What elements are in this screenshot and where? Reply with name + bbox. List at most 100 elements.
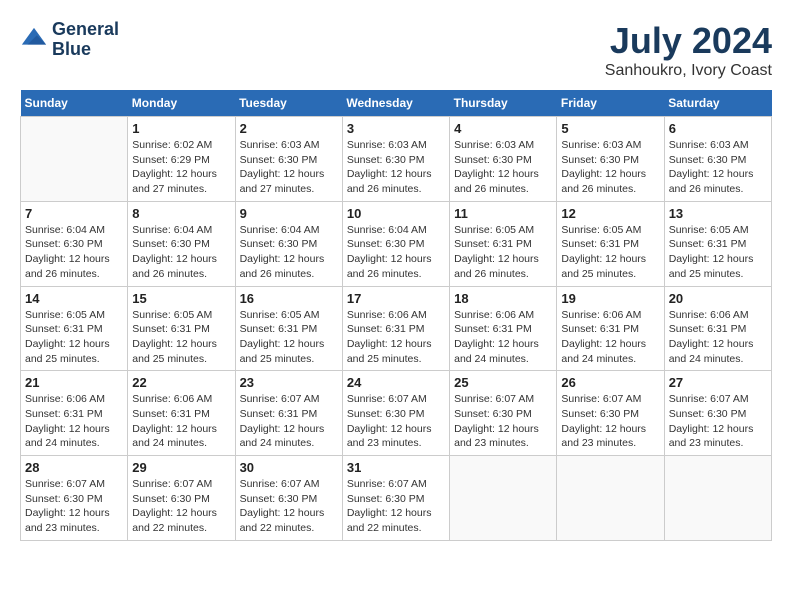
day-info: Sunrise: 6:06 AM Sunset: 6:31 PM Dayligh… [454,308,552,367]
day-info: Sunrise: 6:07 AM Sunset: 6:30 PM Dayligh… [132,477,230,536]
day-number: 10 [347,206,445,221]
calendar-cell: 25Sunrise: 6:07 AM Sunset: 6:30 PM Dayli… [450,371,557,456]
day-info: Sunrise: 6:06 AM Sunset: 6:31 PM Dayligh… [561,308,659,367]
day-info: Sunrise: 6:07 AM Sunset: 6:30 PM Dayligh… [347,477,445,536]
calendar-cell: 17 Sunrise: 6:06 AM Sunset: 6:31 PM Dayli… [342,286,449,371]
calendar-cell: 18 Sunrise: 6:06 AM Sunset: 6:31 PM Dayli… [450,286,557,371]
calendar-cell: 27 Sunrise: 6:07 AM Sunset: 6:30 PM Dayli… [664,371,771,456]
calendar-cell: 4 Sunrise: 6:03 AM Sunset: 6:30 PM Daylig… [450,117,557,202]
calendar-week-row: 14Sunrise: 6:05 AM Sunset: 6:31 PM Dayli… [21,286,772,371]
day-info: Sunrise: 6:04 AM Sunset: 6:30 PM Dayligh… [25,223,123,282]
days-of-week-row: SundayMondayTuesdayWednesdayThursdayFrid… [21,90,772,117]
day-number: 22 [132,375,230,390]
day-number: 12 [561,206,659,221]
calendar-cell: 28 Sunrise: 6:07 AM Sunset: 6:30 PM Dayli… [21,456,128,541]
calendar-cell [450,456,557,541]
day-number: 1 [132,121,230,136]
day-info: Sunrise: 6:06 AM Sunset: 6:31 PM Dayligh… [132,392,230,451]
day-number: 29 [132,460,230,475]
page-header: General Blue July 2024 Sanhoukro, Ivory … [20,20,772,80]
logo-icon [20,26,48,54]
dow-header: Sunday [21,90,128,117]
calendar-cell: 9 Sunrise: 6:04 AM Sunset: 6:30 PM Daylig… [235,201,342,286]
day-number: 16 [240,291,338,306]
day-info: Sunrise: 6:05 AM Sunset: 6:31 PM Dayligh… [454,223,552,282]
day-number: 4 [454,121,552,136]
dow-header: Wednesday [342,90,449,117]
calendar-cell: 3 Sunrise: 6:03 AM Sunset: 6:30 PM Daylig… [342,117,449,202]
calendar-body: 1 Sunrise: 6:02 AM Sunset: 6:29 PM Daylig… [21,117,772,541]
calendar-week-row: 28 Sunrise: 6:07 AM Sunset: 6:30 PM Dayli… [21,456,772,541]
calendar-cell [664,456,771,541]
calendar-cell: 23 Sunrise: 6:07 AM Sunset: 6:31 PM Dayli… [235,371,342,456]
day-info: Sunrise: 6:05 AM Sunset: 6:31 PM Dayligh… [240,308,338,367]
logo-text: General Blue [52,20,119,60]
day-number: 18 [454,291,552,306]
day-info: Sunrise: 6:07 AM Sunset: 6:30 PM Dayligh… [669,392,767,451]
day-info: Sunrise: 6:02 AM Sunset: 6:29 PM Dayligh… [132,138,230,197]
day-number: 21 [25,375,123,390]
day-info: Sunrise: 6:04 AM Sunset: 6:30 PM Dayligh… [240,223,338,282]
calendar-cell: 11Sunrise: 6:05 AM Sunset: 6:31 PM Dayli… [450,201,557,286]
calendar-cell: 8 Sunrise: 6:04 AM Sunset: 6:30 PM Daylig… [128,201,235,286]
day-info: Sunrise: 6:03 AM Sunset: 6:30 PM Dayligh… [669,138,767,197]
day-info: Sunrise: 6:05 AM Sunset: 6:31 PM Dayligh… [25,308,123,367]
day-number: 9 [240,206,338,221]
dow-header: Thursday [450,90,557,117]
day-number: 20 [669,291,767,306]
day-info: Sunrise: 6:07 AM Sunset: 6:30 PM Dayligh… [25,477,123,536]
day-number: 24 [347,375,445,390]
title-block: July 2024 Sanhoukro, Ivory Coast [605,20,772,80]
dow-header: Monday [128,90,235,117]
day-info: Sunrise: 6:03 AM Sunset: 6:30 PM Dayligh… [240,138,338,197]
calendar-cell: 7Sunrise: 6:04 AM Sunset: 6:30 PM Daylig… [21,201,128,286]
day-info: Sunrise: 6:05 AM Sunset: 6:31 PM Dayligh… [132,308,230,367]
calendar-cell: 13 Sunrise: 6:05 AM Sunset: 6:31 PM Dayli… [664,201,771,286]
calendar-week-row: 7Sunrise: 6:04 AM Sunset: 6:30 PM Daylig… [21,201,772,286]
calendar-cell: 12Sunrise: 6:05 AM Sunset: 6:31 PM Dayli… [557,201,664,286]
day-number: 17 [347,291,445,306]
day-number: 8 [132,206,230,221]
day-info: Sunrise: 6:06 AM Sunset: 6:31 PM Dayligh… [25,392,123,451]
day-number: 15 [132,291,230,306]
day-number: 13 [669,206,767,221]
day-number: 3 [347,121,445,136]
calendar-cell: 2Sunrise: 6:03 AM Sunset: 6:30 PM Daylig… [235,117,342,202]
day-info: Sunrise: 6:06 AM Sunset: 6:31 PM Dayligh… [669,308,767,367]
day-info: Sunrise: 6:07 AM Sunset: 6:30 PM Dayligh… [347,392,445,451]
day-number: 31 [347,460,445,475]
calendar-cell: 24 Sunrise: 6:07 AM Sunset: 6:30 PM Dayli… [342,371,449,456]
calendar-cell: 15 Sunrise: 6:05 AM Sunset: 6:31 PM Dayli… [128,286,235,371]
calendar-cell: 10 Sunrise: 6:04 AM Sunset: 6:30 PM Dayli… [342,201,449,286]
dow-header: Friday [557,90,664,117]
calendar-cell: 5 Sunrise: 6:03 AM Sunset: 6:30 PM Daylig… [557,117,664,202]
day-number: 23 [240,375,338,390]
calendar-week-row: 21 Sunrise: 6:06 AM Sunset: 6:31 PM Dayli… [21,371,772,456]
day-info: Sunrise: 6:07 AM Sunset: 6:31 PM Dayligh… [240,392,338,451]
day-info: Sunrise: 6:04 AM Sunset: 6:30 PM Dayligh… [347,223,445,282]
day-info: Sunrise: 6:03 AM Sunset: 6:30 PM Dayligh… [561,138,659,197]
calendar-cell: 20 Sunrise: 6:06 AM Sunset: 6:31 PM Dayli… [664,286,771,371]
calendar-cell: 19 Sunrise: 6:06 AM Sunset: 6:31 PM Dayli… [557,286,664,371]
day-info: Sunrise: 6:07 AM Sunset: 6:30 PM Dayligh… [454,392,552,451]
calendar-cell: 16 Sunrise: 6:05 AM Sunset: 6:31 PM Dayli… [235,286,342,371]
day-number: 27 [669,375,767,390]
day-number: 19 [561,291,659,306]
dow-header: Saturday [664,90,771,117]
calendar-cell: 6 Sunrise: 6:03 AM Sunset: 6:30 PM Daylig… [664,117,771,202]
day-info: Sunrise: 6:06 AM Sunset: 6:31 PM Dayligh… [347,308,445,367]
day-number: 28 [25,460,123,475]
calendar-cell: 14Sunrise: 6:05 AM Sunset: 6:31 PM Dayli… [21,286,128,371]
day-number: 5 [561,121,659,136]
calendar-cell: 30 Sunrise: 6:07 AM Sunset: 6:30 PM Dayli… [235,456,342,541]
page-title: July 2024 [605,20,772,62]
day-info: Sunrise: 6:05 AM Sunset: 6:31 PM Dayligh… [669,223,767,282]
calendar-cell [21,117,128,202]
calendar-cell: 26Sunrise: 6:07 AM Sunset: 6:30 PM Dayli… [557,371,664,456]
day-number: 6 [669,121,767,136]
day-info: Sunrise: 6:03 AM Sunset: 6:30 PM Dayligh… [454,138,552,197]
day-number: 30 [240,460,338,475]
day-info: Sunrise: 6:07 AM Sunset: 6:30 PM Dayligh… [240,477,338,536]
day-info: Sunrise: 6:03 AM Sunset: 6:30 PM Dayligh… [347,138,445,197]
day-info: Sunrise: 6:04 AM Sunset: 6:30 PM Dayligh… [132,223,230,282]
